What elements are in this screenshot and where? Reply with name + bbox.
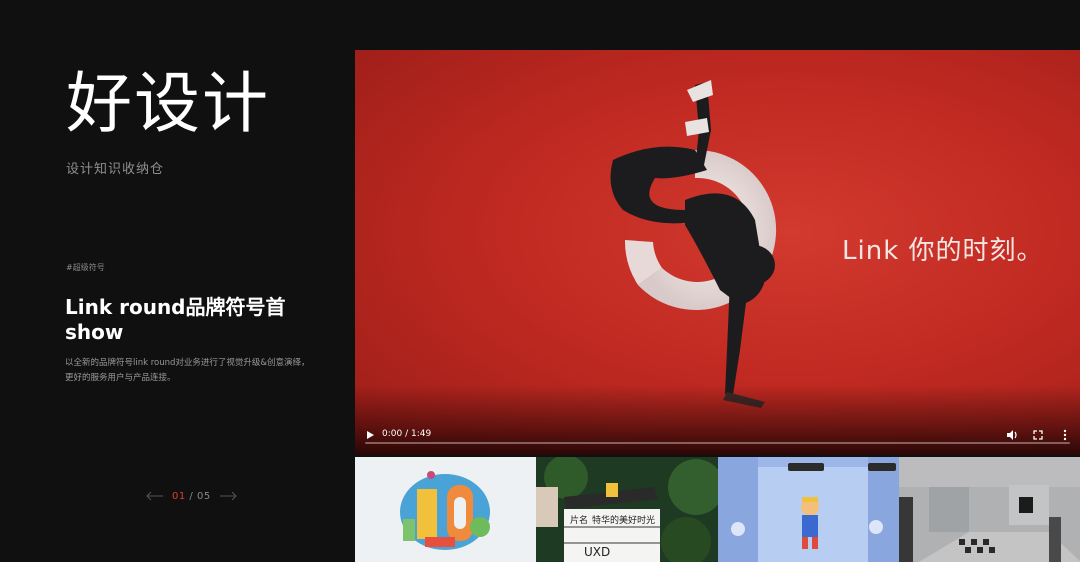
total-pages: 05: [196, 490, 211, 502]
video-caption: Link 你的时刻。: [842, 236, 1044, 266]
video-controls: 0:00 / 1:49: [355, 415, 1080, 455]
article-tag[interactable]: #超级符号: [66, 262, 105, 273]
illustration-10-thumbnail[interactable]: [355, 457, 537, 562]
article-title[interactable]: Link round品牌符号首show: [65, 295, 305, 345]
fullscreen-icon[interactable]: [1031, 427, 1045, 441]
page: 好设计 设计知识收纳仓 #超级符号 Link round品牌符号首show 以全…: [0, 0, 1080, 562]
video-time: 0:00 / 1:49: [382, 429, 432, 439]
interior-room-thumbnail[interactable]: [898, 457, 1080, 562]
arrow-right-icon[interactable]: [219, 489, 237, 503]
pager: 01 / 05: [146, 489, 237, 503]
video-progress-bar[interactable]: [365, 442, 1070, 444]
clapperboard-thumbnail[interactable]: 片名 特华的美好时光 UXD: [536, 457, 718, 562]
page-separator: /: [189, 490, 194, 502]
clapper-text-2: 特华的美好时光: [592, 514, 655, 526]
left-panel: 好设计 设计知识收纳仓 #超级符号 Link round品牌符号首show 以全…: [0, 0, 355, 562]
hero-title: 好设计: [66, 65, 270, 142]
3d-character-thumbnail[interactable]: [717, 457, 899, 562]
thumbnail-overlay: [898, 457, 1080, 562]
video-player[interactable]: Link 你的时刻。 0:00 / 1:49: [355, 50, 1080, 455]
thumbnail-strip: 片名 特华的美好时光 UXD: [355, 457, 1080, 562]
volume-icon[interactable]: [1005, 427, 1019, 441]
page-indicator: 01 / 05: [172, 491, 211, 502]
clapper-text-3: UXD: [584, 545, 610, 559]
article-description: 以全新的品牌符号link round对业务进行了视觉升级&创意演绎，更好的服务用…: [65, 358, 310, 383]
hero-subtitle: 设计知识收纳仓: [66, 162, 165, 177]
current-page: 01: [172, 490, 186, 502]
arrow-left-icon[interactable]: [146, 489, 164, 503]
play-icon[interactable]: [363, 427, 377, 441]
more-options-icon[interactable]: [1058, 427, 1072, 441]
clapper-text-1: 片名: [570, 514, 588, 526]
